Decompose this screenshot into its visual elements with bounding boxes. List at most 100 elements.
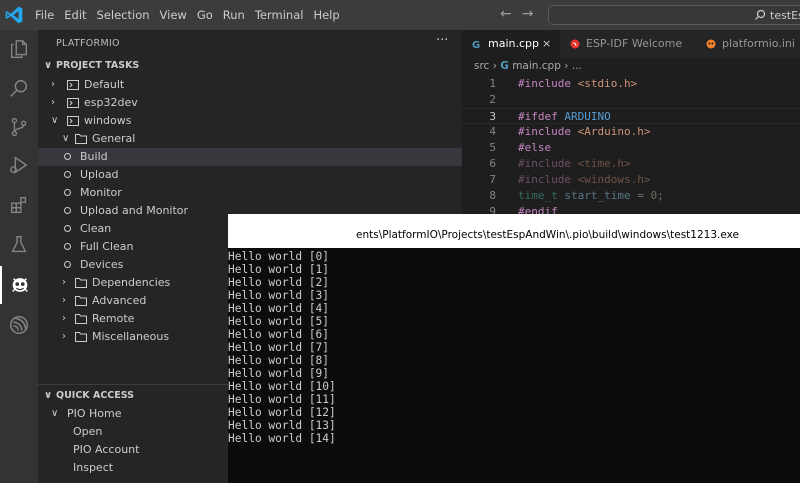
extensions-icon	[10, 196, 27, 214]
console-window[interactable]: ents\PlatformIO\Projects\testEspAndWin\.…	[228, 214, 800, 483]
tab-main-cpp[interactable]: G main.cpp ×	[462, 30, 560, 58]
console-output[interactable]: Hello world [0] Hello world [1] Hello wo…	[228, 248, 800, 483]
code-line: 5 #else	[489, 141, 552, 154]
env-folder-icon	[67, 98, 79, 108]
console-title: ents\PlatformIO\Projects\testEspAndWin\.…	[356, 229, 739, 241]
task-circle-icon	[64, 225, 71, 232]
console-line: Hello world [10]	[228, 380, 336, 393]
title-bar: File Edit Selection View Go Run Terminal…	[0, 0, 800, 30]
chevron-right-icon: ›	[62, 331, 66, 342]
code-line: 8 time_t start_time = 0;	[489, 189, 664, 202]
console-line: Hello world [0]	[228, 250, 330, 263]
task-circle-icon	[64, 261, 71, 268]
task-circle-icon	[64, 189, 71, 196]
task-upload[interactable]: Upload	[38, 166, 462, 184]
console-line: Hello world [5]	[228, 315, 330, 328]
close-icon[interactable]: ×	[542, 30, 551, 58]
search-activity[interactable]	[0, 70, 38, 108]
task-build[interactable]: Build	[38, 148, 462, 166]
testing-activity[interactable]	[0, 226, 38, 264]
search-icon	[755, 9, 766, 20]
code-line: 4 #include <Arduino.h>	[489, 125, 651, 138]
task-circle-icon	[64, 243, 71, 250]
menu-terminal[interactable]: Terminal	[250, 8, 309, 22]
run-debug-activity[interactable]	[0, 146, 38, 184]
chevron-right-icon: ›	[62, 277, 66, 288]
platformio-alien-icon	[12, 278, 28, 292]
console-title-bar[interactable]: ents\PlatformIO\Projects\testEspAndWin\.…	[228, 214, 800, 248]
chevron-down-icon: ∨	[62, 133, 70, 144]
folder-icon	[75, 278, 87, 288]
console-line: Hello world [12]	[228, 406, 336, 419]
task-monitor[interactable]: Monitor	[38, 184, 462, 202]
folder-icon	[75, 296, 87, 306]
console-line: Hello world [8]	[228, 354, 330, 367]
console-line: Hello world [6]	[228, 328, 330, 341]
menu-view[interactable]: View	[155, 8, 192, 22]
chevron-right-icon: ›	[62, 313, 66, 324]
espressif-icon	[10, 316, 28, 334]
console-line: Hello world [4]	[228, 302, 330, 315]
code-line: 7 #include <windows.h>	[489, 173, 651, 186]
chevron-down-icon: ∨	[44, 60, 53, 71]
task-circle-icon	[64, 207, 71, 214]
source-control-icon	[11, 117, 27, 137]
chevron-down-icon: ∨	[51, 115, 59, 126]
menu-selection[interactable]: Selection	[92, 8, 155, 22]
console-line: Hello world [13]	[228, 419, 336, 432]
tree-item-default[interactable]: › Default	[38, 76, 462, 94]
chevron-down-icon: ∨	[51, 408, 59, 419]
menu-edit[interactable]: Edit	[59, 8, 91, 22]
menu-run[interactable]: Run	[218, 8, 250, 22]
menu-file[interactable]: File	[30, 8, 59, 22]
console-line: Hello world [11]	[228, 393, 336, 406]
chevron-down-icon: ∨	[44, 390, 53, 401]
back-arrow-icon[interactable]: ←	[500, 6, 512, 22]
tab-platformio-ini[interactable]: platformio.ini	[694, 30, 800, 58]
more-actions-icon[interactable]: ···	[436, 33, 448, 48]
menu-help[interactable]: Help	[308, 8, 344, 22]
extensions-activity[interactable]	[0, 186, 38, 224]
breadcrumb-folder[interactable]: src	[474, 60, 489, 72]
search-icon	[10, 80, 28, 97]
code-line: 2	[489, 93, 496, 106]
navigation-arrows: ← →	[500, 6, 533, 22]
console-line: Hello world [3]	[228, 289, 330, 302]
tree-item-general[interactable]: ∨ General	[38, 130, 462, 148]
platformio-file-icon	[706, 39, 716, 49]
source-control-activity[interactable]	[0, 108, 38, 146]
console-line: Hello world [14]	[228, 432, 336, 445]
tab-esp-idf-welcome[interactable]: ESP-IDF Welcome	[560, 30, 694, 58]
breadcrumb-file[interactable]: main.cpp	[512, 60, 561, 72]
env-folder-icon	[67, 116, 79, 126]
cpp-file-icon: G	[500, 60, 509, 72]
menu-go[interactable]: Go	[192, 8, 218, 22]
folder-icon	[75, 332, 87, 342]
console-line: Hello world [2]	[228, 276, 330, 289]
esp-idf-activity[interactable]	[0, 306, 38, 344]
tree-item-esp32dev[interactable]: › esp32dev	[38, 94, 462, 112]
editor-tabs: G main.cpp × ESP-IDF Welcome platformio.…	[462, 30, 800, 58]
code-line-current: 3 #ifdef ARDUINO	[462, 108, 800, 124]
breadcrumb: src › G main.cpp › ...	[474, 60, 582, 72]
console-line: Hello world [7]	[228, 341, 330, 354]
task-circle-icon	[64, 153, 71, 160]
explorer-activity[interactable]	[0, 30, 38, 68]
run-debug-icon	[10, 156, 28, 174]
menu-bar: File Edit Selection View Go Run Terminal…	[30, 0, 345, 30]
platformio-activity[interactable]	[0, 266, 38, 304]
sidebar-title: PLATFORMIO	[56, 38, 120, 49]
folder-icon	[75, 314, 87, 324]
espressif-logo-icon	[570, 39, 580, 49]
tree-item-windows[interactable]: ∨ windows	[38, 112, 462, 130]
chevron-right-icon: ›	[51, 97, 55, 108]
command-center[interactable]: testEsp	[548, 5, 800, 25]
forward-arrow-icon[interactable]: →	[522, 6, 534, 22]
project-tasks-header[interactable]: ∨ PROJECT TASKS	[38, 57, 462, 75]
chevron-right-icon: ›	[51, 79, 55, 90]
folder-open-icon	[75, 134, 87, 144]
task-circle-icon	[64, 171, 71, 178]
chevron-right-icon: ›	[62, 295, 66, 306]
beaker-icon	[11, 236, 27, 253]
breadcrumb-more[interactable]: ...	[572, 60, 582, 72]
